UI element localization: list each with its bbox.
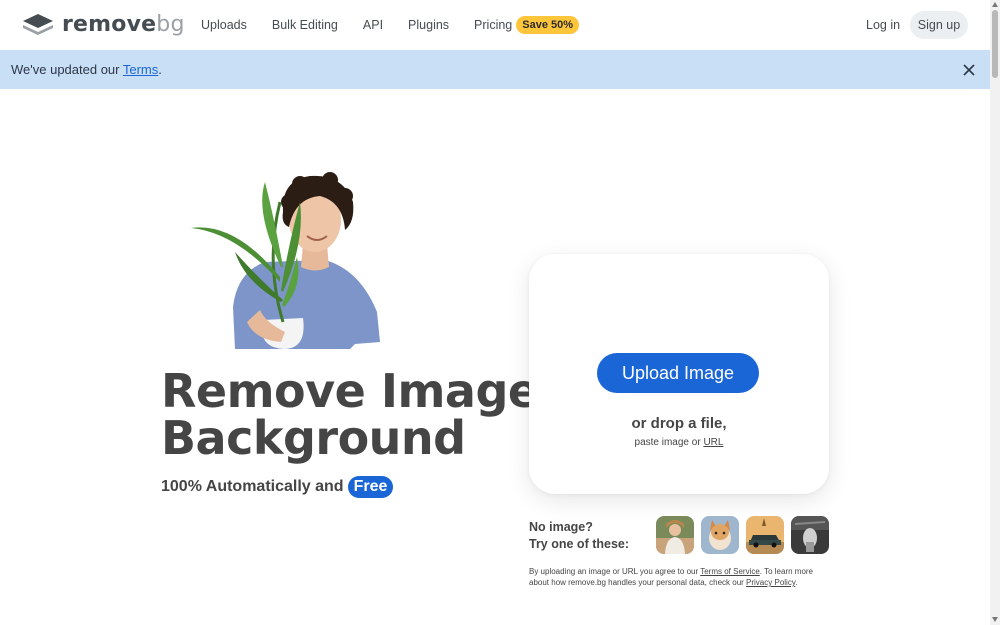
upload-image-button[interactable]: Upload Image (597, 353, 759, 393)
legal-text: By uploading an image or URL you agree t… (529, 567, 814, 587)
sample-prompt: No image? Try one of these: (529, 520, 630, 551)
sample-dog[interactable] (701, 516, 739, 554)
drop-file-text: or drop a file, (631, 415, 727, 432)
terms-of-service-link[interactable]: Terms of Service (700, 567, 760, 576)
signup-button[interactable]: Sign up (910, 11, 968, 39)
logo-text: removebg (62, 12, 185, 37)
sample-images (656, 516, 829, 554)
terms-link[interactable]: Terms (123, 62, 158, 77)
banner-text: We've updated our Terms. (11, 62, 162, 77)
paste-text: paste image or URL (634, 437, 724, 448)
main-nav: Uploads Bulk Editing API Plugins Pricing… (201, 0, 580, 50)
top-header: removebg Uploads Bulk Editing API Plugin… (0, 0, 990, 50)
hero-subline: 100% Automatically and Free (161, 476, 394, 498)
terms-banner: We've updated our Terms. (0, 50, 990, 89)
free-badge: Free (347, 476, 394, 498)
sample-product[interactable] (791, 516, 829, 554)
logo-icon (23, 13, 53, 35)
nav-uploads[interactable]: Uploads (201, 18, 247, 32)
scroll-down-arrow-icon[interactable] (992, 617, 998, 622)
hero-image (191, 172, 380, 349)
save-badge[interactable]: Save 50% (516, 16, 580, 34)
close-icon[interactable] (962, 63, 976, 77)
page-title: Remove Image Background (161, 364, 539, 465)
scroll-thumb[interactable] (992, 10, 998, 78)
upload-card[interactable]: Upload Image or drop a file, paste image… (529, 254, 829, 494)
nav-pricing[interactable]: Pricing (474, 18, 512, 32)
url-link[interactable]: URL (703, 437, 723, 448)
nav-api[interactable]: API (363, 18, 383, 32)
scroll-up-arrow-icon[interactable] (992, 2, 998, 7)
page-scrollbar[interactable] (990, 0, 1000, 625)
sample-car[interactable] (746, 516, 784, 554)
login-link[interactable]: Log in (866, 18, 900, 32)
nav-bulk-editing[interactable]: Bulk Editing (272, 18, 338, 32)
logo[interactable]: removebg (22, 12, 185, 37)
sample-woman[interactable] (656, 516, 694, 554)
privacy-policy-link[interactable]: Privacy Policy (746, 578, 795, 587)
nav-plugins[interactable]: Plugins (408, 18, 449, 32)
